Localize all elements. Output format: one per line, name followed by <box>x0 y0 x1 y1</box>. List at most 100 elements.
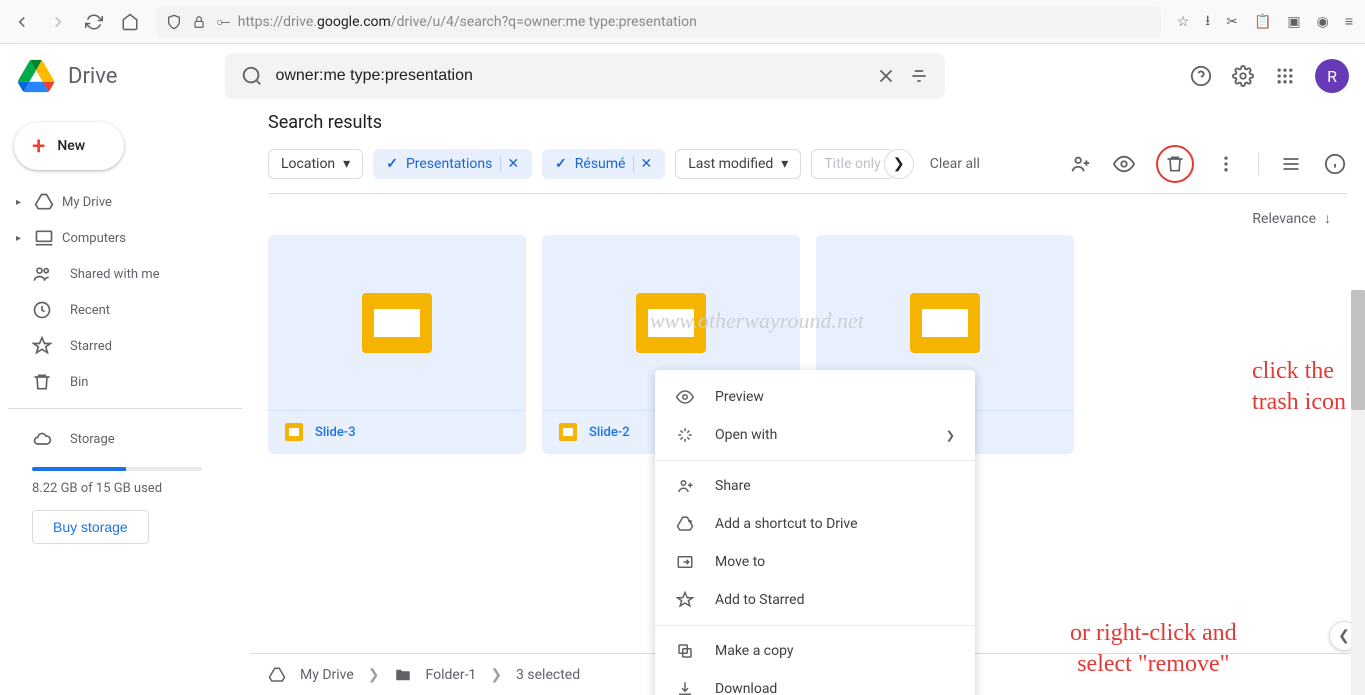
help-icon[interactable] <box>1189 64 1213 88</box>
shortcut-icon <box>675 515 695 533</box>
search-bar[interactable] <box>225 53 945 99</box>
breadcrumb-root[interactable]: My Drive <box>300 667 354 683</box>
storage-bar <box>32 467 202 471</box>
drive-logo[interactable] <box>16 56 56 96</box>
extension-icon-2[interactable]: 📋 <box>1254 14 1271 30</box>
slides-icon <box>636 293 706 353</box>
extension-icon-3[interactable]: ▣ <box>1287 14 1300 30</box>
trash-icon <box>32 372 52 392</box>
close-icon[interactable]: ✕ <box>500 156 519 172</box>
scroll-chips-icon[interactable]: ❯ <box>884 149 914 179</box>
trash-icon <box>1165 154 1185 174</box>
bookmark-icon[interactable]: ☆ <box>1177 14 1190 30</box>
chip-last-modified[interactable]: Last modified▾ <box>675 149 801 179</box>
search-icon <box>241 65 263 87</box>
url-bar[interactable]: ○─ https://drive.google.com/drive/u/4/se… <box>156 6 1161 38</box>
scrollbar[interactable] <box>1351 290 1365 695</box>
avatar[interactable]: R <box>1315 59 1349 93</box>
move-icon <box>675 553 695 571</box>
sidebar: + New ▸ My Drive ▸ Computers Shared with… <box>0 108 250 695</box>
copy-icon <box>675 642 695 660</box>
info-icon[interactable] <box>1323 152 1347 176</box>
sidebar-item-starred[interactable]: Starred <box>8 328 242 364</box>
sidebar-item-storage[interactable]: Storage <box>32 421 218 457</box>
menu-add-shortcut[interactable]: Add a shortcut to Drive <box>655 505 975 543</box>
arrow-down-icon: ↓ <box>1324 210 1331 227</box>
back-button[interactable] <box>12 12 32 32</box>
lock-icon <box>192 15 206 29</box>
sidebar-item-computers[interactable]: ▸ Computers <box>8 220 242 256</box>
menu-icon[interactable]: ≡ <box>1345 13 1353 30</box>
share-icon <box>675 477 695 495</box>
sidebar-item-mydrive[interactable]: ▸ My Drive <box>8 184 242 220</box>
extension-icon[interactable]: ✂ <box>1226 14 1238 30</box>
new-button[interactable]: + New <box>14 122 124 170</box>
sidebar-item-recent[interactable]: Recent <box>8 292 242 328</box>
folder-icon <box>394 666 412 684</box>
chip-presentations[interactable]: ✓Presentations✕ <box>373 149 532 179</box>
caret-icon: ▸ <box>16 197 26 208</box>
buy-storage-button[interactable]: Buy storage <box>32 510 149 544</box>
filter-row: Location▾ ✓Presentations✕ ✓Résumé✕ Last … <box>268 145 1347 194</box>
sidebar-item-bin[interactable]: Bin <box>8 364 242 400</box>
list-view-icon[interactable] <box>1279 152 1303 176</box>
settings-icon[interactable] <box>1231 64 1255 88</box>
new-label: New <box>57 138 85 154</box>
menu-download[interactable]: Download <box>655 670 975 695</box>
search-options-icon[interactable] <box>909 66 929 86</box>
file-card[interactable]: Slide-3 <box>268 235 526 454</box>
app-header: Drive R <box>0 44 1365 108</box>
storage-label: Storage <box>70 432 115 447</box>
slides-icon <box>910 293 980 353</box>
chevron-right-icon: ❯ <box>946 429 955 442</box>
more-icon[interactable] <box>1214 152 1238 176</box>
close-icon[interactable]: ✕ <box>633 156 652 172</box>
trash-button[interactable] <box>1156 145 1194 183</box>
slides-icon <box>559 423 577 441</box>
open-with-icon <box>675 426 695 444</box>
home-button[interactable] <box>120 12 140 32</box>
star-icon <box>32 336 52 356</box>
extension-icon-4[interactable]: ◉ <box>1317 14 1329 30</box>
context-menu: Preview Open with❯ Share Add a shortcut … <box>655 370 975 695</box>
url-text: https://drive.google.com/drive/u/4/searc… <box>238 14 697 30</box>
menu-make-copy[interactable]: Make a copy <box>655 632 975 670</box>
file-name: Slide-2 <box>589 425 630 440</box>
menu-share[interactable]: Share <box>655 467 975 505</box>
content: Search results Location▾ ✓Presentations✕… <box>250 108 1365 695</box>
computers-icon <box>34 228 54 248</box>
sidebar-item-label: My Drive <box>62 195 112 210</box>
slides-icon <box>285 423 303 441</box>
menu-open-with[interactable]: Open with❯ <box>655 416 975 454</box>
sort-label: Relevance <box>1252 211 1316 227</box>
storage-text: 8.22 GB of 15 GB used <box>32 481 218 496</box>
page-title: Search results <box>268 112 1347 133</box>
search-input[interactable] <box>275 67 863 85</box>
clear-search-icon[interactable] <box>875 65 897 87</box>
slides-icon <box>362 293 432 353</box>
menu-preview[interactable]: Preview <box>655 378 975 416</box>
star-icon <box>675 591 695 609</box>
breadcrumb-folder[interactable]: Folder-1 <box>426 667 477 683</box>
clear-all-button[interactable]: Clear all <box>930 156 980 172</box>
apps-icon[interactable] <box>1273 64 1297 88</box>
sidebar-item-shared[interactable]: Shared with me <box>8 256 242 292</box>
chip-resume[interactable]: ✓Résumé✕ <box>542 149 665 179</box>
sidebar-item-label: Computers <box>62 231 126 246</box>
chip-title-only[interactable]: Title only <box>811 149 893 179</box>
forward-button[interactable] <box>48 12 68 32</box>
reload-button[interactable] <box>84 12 104 32</box>
file-name: Slide-3 <box>315 425 356 440</box>
sidebar-item-label: Starred <box>70 339 112 354</box>
drive-icon <box>34 192 54 212</box>
download-icon <box>675 680 695 695</box>
preview-icon[interactable] <box>1112 152 1136 176</box>
menu-move-to[interactable]: Move to <box>655 543 975 581</box>
breadcrumb-selected: 3 selected <box>516 667 580 683</box>
download-icon[interactable]: ⭳ <box>1205 10 1210 34</box>
product-name: Drive <box>68 64 117 89</box>
menu-add-starred[interactable]: Add to Starred <box>655 581 975 619</box>
sort-row[interactable]: Relevance ↓ <box>268 194 1347 235</box>
chip-location[interactable]: Location▾ <box>268 149 363 179</box>
share-icon[interactable] <box>1068 152 1092 176</box>
